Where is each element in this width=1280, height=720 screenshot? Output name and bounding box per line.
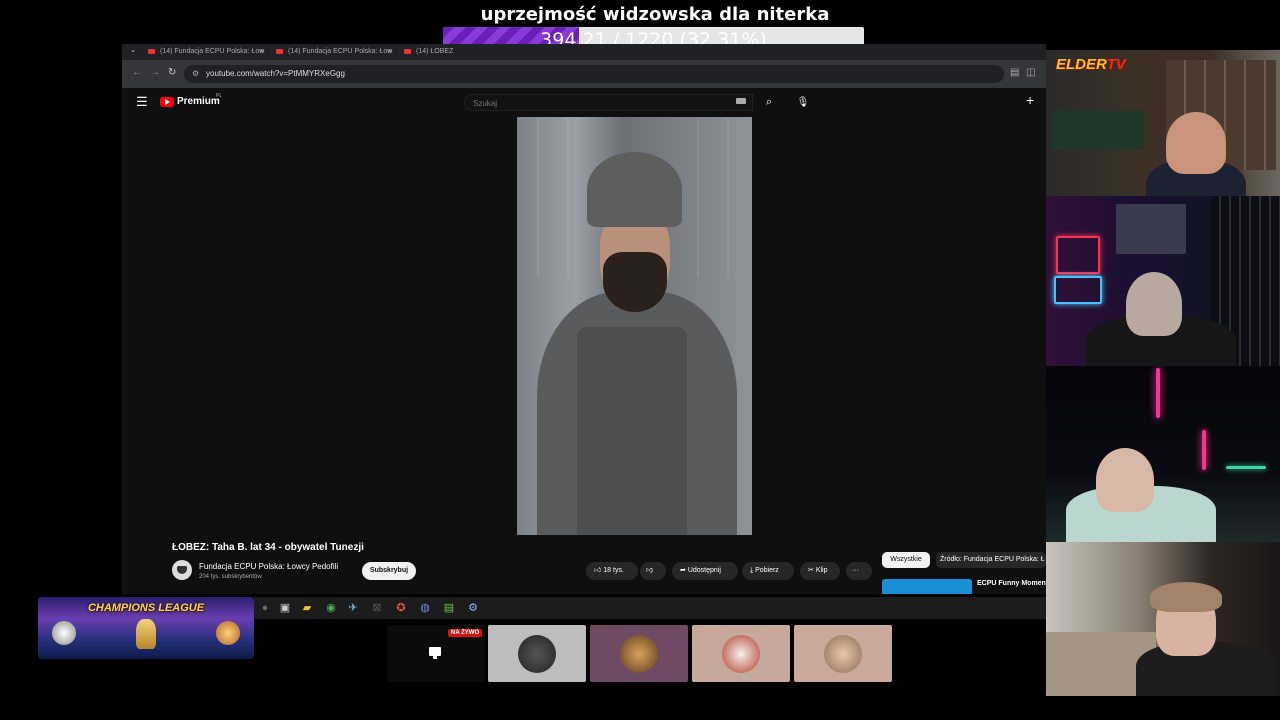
xbox-icon[interactable]: ⊠ bbox=[370, 601, 384, 615]
back-icon[interactable]: ← bbox=[132, 67, 142, 78]
dislike-button[interactable]: 👎︎ bbox=[640, 562, 666, 580]
download-button[interactable]: ⤓ Pobierz bbox=[742, 562, 794, 580]
search-icon[interactable]: ● bbox=[258, 601, 272, 615]
clip-button[interactable]: ✂ Klip bbox=[800, 562, 840, 580]
thumb-down-icon: 👎︎ bbox=[646, 567, 654, 574]
avatar bbox=[824, 635, 862, 673]
youtube-favicon-icon bbox=[404, 49, 411, 54]
download-icon: ⤓ bbox=[750, 567, 754, 574]
like-button[interactable]: 👍︎ 18 tys. bbox=[586, 562, 638, 580]
webcam-1: ELDERTV bbox=[1046, 50, 1280, 196]
browser-tab[interactable]: (14) Fundacja ECPU Polska: Łow × bbox=[142, 45, 268, 59]
search-input[interactable]: Szukaj bbox=[464, 94, 753, 111]
webcam-4 bbox=[1046, 542, 1280, 696]
extension-icon[interactable]: ◫ bbox=[1026, 67, 1035, 78]
ball-icon bbox=[216, 621, 240, 645]
forward-icon[interactable]: → bbox=[150, 67, 160, 78]
more-actions-button[interactable]: ··· bbox=[846, 562, 872, 580]
youtube-brand[interactable]: Premium bbox=[177, 96, 220, 107]
task-view-icon[interactable]: ▣ bbox=[278, 601, 292, 615]
live-badge: NA ŻYWO bbox=[448, 629, 483, 637]
taskbar: ● ▣ ▰ ◉ ✈ ⊠ ✪ ◍ ▤ ⚙ bbox=[254, 597, 1046, 619]
browser-tab[interactable]: (14) Fundacja ECPU Polska: Łow × bbox=[270, 45, 396, 59]
search-button[interactable]: ⌕ bbox=[758, 94, 780, 111]
discord-icon[interactable]: ◍ bbox=[418, 601, 432, 615]
keyboard-icon[interactable] bbox=[736, 98, 746, 104]
tab-label: (14) Fundacja ECPU Polska: Łow bbox=[288, 48, 393, 55]
youtube-header: ☰ Premium PL Szukaj ⌕ 🎙 + bbox=[122, 88, 1046, 116]
search-icon: ⌕ bbox=[765, 96, 773, 108]
menu-icon[interactable]: ☰ bbox=[136, 94, 148, 110]
url-input[interactable]: ⚙ youtube.com/watch?v=PtMMYRXeGgg bbox=[184, 65, 1004, 83]
subscribe-button[interactable]: Subskrybuj bbox=[362, 562, 416, 580]
browser-tab-active[interactable]: (14) ŁOBEZ bbox=[398, 45, 458, 59]
chip-source[interactable]: Źródło: Fundacja ECPU Polska: Ł bbox=[936, 552, 1046, 568]
donation-goal-title: uprzejmość widzowska dla niterka bbox=[480, 4, 830, 25]
viewer-avatar-tile[interactable] bbox=[692, 625, 790, 682]
webcam-2 bbox=[1046, 196, 1280, 366]
viewer-avatar-tile[interactable] bbox=[590, 625, 688, 682]
tab-search-icon[interactable]: ⌄ bbox=[128, 46, 138, 57]
chrome-icon[interactable]: ◉ bbox=[324, 601, 338, 615]
live-tile[interactable]: NA ŻYWO bbox=[387, 625, 485, 682]
champions-league-title: CHAMPIONS LEAGUE bbox=[87, 602, 205, 614]
monitor-icon bbox=[429, 647, 441, 659]
tab-label: (14) ŁOBEZ bbox=[416, 48, 454, 55]
trophy-icon bbox=[136, 619, 156, 649]
download-label: Pobierz bbox=[755, 567, 779, 574]
viewer-avatar-tile[interactable] bbox=[794, 625, 892, 682]
avatar bbox=[518, 635, 556, 673]
browser-window: ⌄ (14) Fundacja ECPU Polska: Łow × (14) … bbox=[122, 44, 1048, 594]
steam-icon[interactable]: ✈ bbox=[346, 601, 360, 615]
share-icon: ➦ bbox=[680, 567, 686, 574]
elder-logo-a: ELDER bbox=[1056, 56, 1107, 73]
url-text: youtube.com/watch?v=PtMMYRXeGgg bbox=[206, 69, 345, 78]
mic-icon: 🎙 bbox=[796, 97, 810, 108]
thumb-up-icon: 👍︎ bbox=[594, 567, 602, 574]
channel-name[interactable]: Fundacja ECPU Polska: Łowcy Pedofili bbox=[199, 562, 338, 571]
related-video-thumbnail[interactable] bbox=[882, 579, 972, 594]
like-count: 18 tys. bbox=[603, 567, 624, 574]
settings-icon[interactable]: ⚙ bbox=[466, 601, 480, 615]
clip-label: Klip bbox=[815, 567, 828, 574]
share-label: Udostępnij bbox=[687, 567, 721, 574]
file-explorer-icon[interactable]: ▰ bbox=[300, 601, 314, 615]
reload-icon[interactable]: ↻ bbox=[168, 67, 176, 78]
champions-league-banner: CHAMPIONS LEAGUE bbox=[38, 597, 254, 659]
webcam-3 bbox=[1046, 366, 1280, 542]
video-player[interactable] bbox=[517, 117, 752, 535]
country-code: PL bbox=[216, 93, 223, 99]
tab-label: (14) Fundacja ECPU Polska: Łow bbox=[160, 48, 265, 55]
avatar bbox=[620, 635, 658, 673]
voice-search-button[interactable]: 🎙 bbox=[794, 94, 812, 111]
close-icon[interactable]: × bbox=[387, 45, 392, 59]
address-bar-row: ← → ↻ ⚙ youtube.com/watch?v=PtMMYRXeGgg … bbox=[122, 60, 1046, 88]
app-green-icon[interactable]: ▤ bbox=[442, 601, 456, 615]
youtube-favicon-icon bbox=[148, 49, 155, 54]
video-subject-hat bbox=[587, 152, 682, 227]
translate-icon[interactable]: ▤ bbox=[1010, 67, 1019, 78]
share-button[interactable]: ➦ Udostępnij bbox=[672, 562, 738, 580]
youtube-favicon-icon bbox=[276, 49, 283, 54]
plus-icon[interactable]: + bbox=[1026, 92, 1034, 108]
tab-strip: ⌄ (14) Fundacja ECPU Polska: Łow × (14) … bbox=[122, 44, 1046, 60]
app-icon[interactable]: ✪ bbox=[394, 601, 408, 615]
channel-subscribers: 204 tys. subskrybentów bbox=[199, 574, 262, 580]
related-video-title[interactable]: ECPU Funny Moment bbox=[977, 580, 1048, 587]
youtube-logo-icon[interactable] bbox=[160, 97, 174, 107]
elder-logo-b: TV bbox=[1106, 56, 1126, 73]
elder-logo: ELDERTV bbox=[1056, 56, 1126, 73]
video-title: ŁOBEZ: Taha B. lat 34 - obywatel Tunezji bbox=[172, 542, 364, 553]
avatar bbox=[722, 635, 760, 673]
channel-avatar[interactable] bbox=[172, 560, 192, 580]
viewer-avatar-tile[interactable] bbox=[488, 625, 586, 682]
scissors-icon: ✂ bbox=[808, 567, 814, 574]
site-info-icon[interactable]: ⚙ bbox=[192, 65, 199, 83]
chip-all[interactable]: Wszystkie bbox=[882, 552, 930, 568]
ball-icon bbox=[52, 621, 76, 645]
close-icon[interactable]: × bbox=[259, 45, 264, 59]
